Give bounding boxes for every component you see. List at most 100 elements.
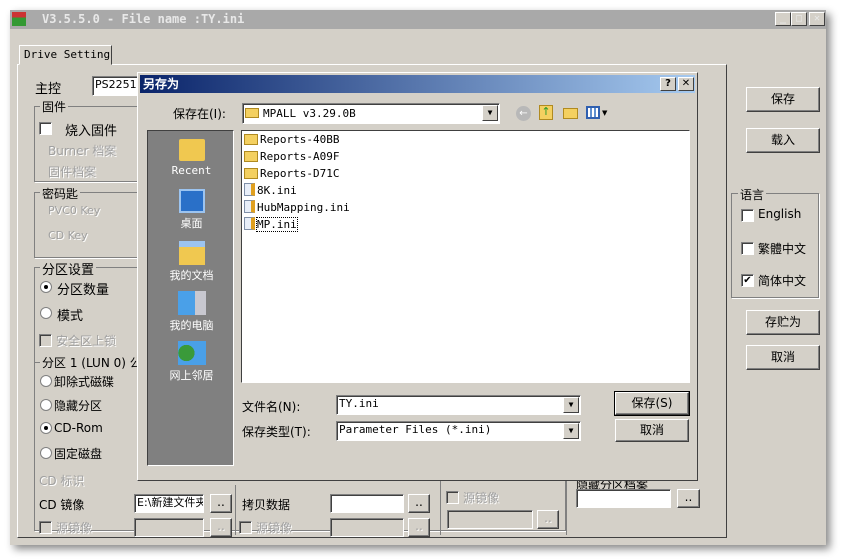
filename-label: 文件名(N): — [242, 400, 301, 414]
place-recent[interactable]: Recent — [148, 139, 235, 177]
filetype-value: Parameter Files (*.ini) — [339, 423, 492, 436]
src-image-checkbox[interactable] — [39, 521, 52, 534]
divider — [235, 485, 236, 535]
dialog-title: 另存为 — [143, 77, 180, 91]
english-checkbox[interactable] — [741, 209, 754, 222]
place-label: 桌面 — [180, 217, 203, 230]
chevron-down-icon[interactable]: ▼ — [563, 423, 579, 439]
folder-icon — [244, 151, 258, 162]
cd-image-input[interactable]: E:\新建文件夹 — [134, 494, 204, 513]
back-icon[interactable]: ← — [516, 106, 531, 121]
english-label: English — [758, 207, 802, 221]
file-name: MP.ini — [256, 217, 298, 232]
fw-file-label: 固件档案 — [48, 165, 97, 179]
folder-icon — [244, 168, 258, 179]
dialog-close-button[interactable]: ✕ — [678, 77, 694, 91]
place-my-computer[interactable]: 我的电脑 — [148, 291, 235, 333]
documents-icon — [178, 241, 205, 265]
window-title: V3.5.5.0 - File name :TY.ini — [42, 12, 245, 26]
filename-value: TY.ini — [339, 397, 379, 410]
file-list[interactable]: Reports-40BB Reports-A09F Reports-D71C 8K.i… — [241, 130, 690, 383]
src-image-label: 源镜像 — [56, 521, 93, 535]
cd-image-browse-button[interactable]: .. — [210, 494, 232, 513]
language-legend: 语言 — [738, 186, 767, 203]
file-item[interactable]: HubMapping.ini — [242, 199, 689, 216]
dialog-cancel-button[interactable]: 取消 — [615, 419, 689, 442]
save-button[interactable]: 保存 — [746, 87, 820, 112]
src-image2-checkbox[interactable] — [239, 521, 252, 534]
src-image2-input[interactable] — [330, 518, 404, 537]
save-as-dialog: 另存为 ? ✕ 保存在(I): MPALL v3.29.0B ▼ ← ↑ ▼ R… — [137, 72, 698, 481]
hidden-file-input[interactable] — [576, 489, 671, 508]
controller-label: 主控 — [35, 82, 62, 97]
src-image-input[interactable] — [134, 518, 204, 537]
src-image-browse-button[interactable]: .. — [210, 518, 232, 537]
save-in-select[interactable]: MPALL v3.29.0B ▼ — [242, 103, 500, 124]
hidden-file-browse-button[interactable]: .. — [677, 489, 700, 508]
title-bar: V3.5.5.0 - File name :TY.ini _ □ ✕ — [10, 10, 826, 29]
file-item[interactable]: Reports-D71C — [242, 165, 689, 182]
ini-file-icon — [244, 200, 255, 213]
mode-radio[interactable] — [40, 307, 52, 319]
file-name: HubMapping.ini — [257, 201, 350, 214]
hidden-radio[interactable] — [40, 399, 52, 411]
src-image2-browse-button[interactable]: .. — [408, 518, 430, 537]
file-item[interactable]: Reports-40BB — [242, 131, 689, 148]
new-folder-icon[interactable] — [563, 108, 578, 119]
dialog-title-bar: 另存为 ? ✕ — [140, 75, 695, 93]
lock-checkbox[interactable] — [39, 334, 52, 347]
divider — [566, 480, 567, 535]
traditional-chinese-checkbox[interactable] — [741, 242, 754, 255]
removable-label: 卸除式磁碟 — [54, 375, 115, 389]
maximize-button[interactable]: □ — [791, 12, 807, 26]
partition-count-label: 分区数量 — [57, 283, 110, 298]
chevron-down-icon[interactable]: ▼ — [563, 397, 579, 413]
save-as-button[interactable]: 存贮为 — [746, 310, 820, 335]
burn-fw-checkbox[interactable] — [39, 122, 52, 135]
dialog-save-button[interactable]: 保存(S) — [614, 391, 690, 416]
filetype-label: 保存类型(T): — [242, 425, 311, 439]
folder-icon — [245, 108, 259, 118]
divider — [440, 480, 441, 535]
file-item[interactable]: Reports-A09F — [242, 148, 689, 165]
filename-input[interactable]: TY.ini ▼ — [336, 395, 581, 415]
fixed-radio[interactable] — [40, 447, 52, 459]
src-image3-input[interactable] — [447, 510, 533, 529]
src-image3-checkbox[interactable] — [446, 491, 459, 504]
place-network[interactable]: 网上邻居 — [148, 341, 235, 383]
close-button[interactable]: ✕ — [809, 12, 825, 26]
chevron-down-icon[interactable]: ▼ — [482, 105, 498, 121]
file-item[interactable]: 8K.ini — [242, 182, 689, 199]
place-label: 网上邻居 — [169, 369, 214, 382]
chevron-down-icon[interactable]: ▼ — [602, 109, 607, 117]
up-folder-icon[interactable]: ↑ — [539, 105, 553, 120]
save-in-label: 保存在(I): — [173, 107, 226, 121]
place-label: 我的文档 — [169, 269, 214, 282]
tab-drive-setting[interactable]: Drive Setting — [19, 45, 112, 65]
filetype-select[interactable]: Parameter Files (*.ini) ▼ — [336, 421, 581, 441]
file-item[interactable]: MP.ini — [242, 216, 689, 233]
cancel-button[interactable]: 取消 — [746, 345, 820, 370]
lock-label: 安全区上锁 — [56, 334, 117, 348]
place-label: 我的电脑 — [169, 319, 214, 332]
places-bar: Recent 桌面 我的文档 我的电脑 网上邻居 — [147, 130, 234, 466]
place-desktop[interactable]: 桌面 — [148, 189, 235, 231]
copy-data-browse-button[interactable]: .. — [408, 494, 430, 513]
folder-icon — [244, 134, 258, 145]
help-button[interactable]: ? — [660, 77, 676, 91]
minimize-button[interactable]: _ — [775, 12, 791, 26]
file-name: 8K.ini — [257, 184, 297, 197]
view-menu-icon[interactable] — [586, 106, 600, 119]
network-icon — [177, 341, 206, 365]
simplified-chinese-checkbox[interactable]: ✔ — [741, 274, 754, 287]
computer-icon — [177, 291, 206, 315]
load-button[interactable]: 载入 — [746, 128, 820, 153]
file-name: Reports-40BB — [260, 133, 340, 146]
copy-data-input[interactable] — [330, 494, 404, 513]
removable-radio[interactable] — [40, 375, 52, 387]
place-my-documents[interactable]: 我的文档 — [148, 241, 235, 283]
partition-count-radio[interactable] — [40, 281, 52, 293]
keys-legend: 密码匙 — [40, 185, 81, 202]
src-image3-browse-button[interactable]: .. — [537, 510, 559, 529]
cdrom-radio[interactable] — [40, 422, 52, 434]
